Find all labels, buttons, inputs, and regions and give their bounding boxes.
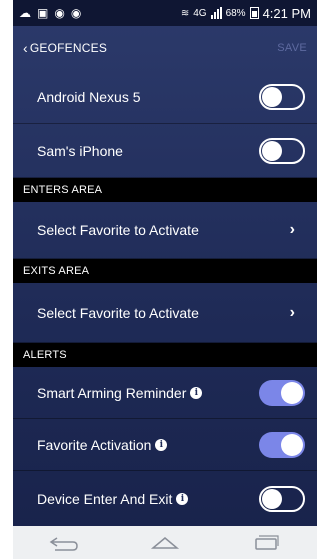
alert-toggle-device-enter-exit[interactable] [259, 485, 305, 512]
device-toggle-iphone[interactable] [259, 137, 305, 164]
signal-icon [210, 7, 222, 19]
gallery-icon: ▣ [37, 6, 49, 20]
app-screen: ☁ ▣ ◉ ◉ ≋ 4G 68% 4:21 PM ‹ GEOFENCES SAV… [13, 0, 317, 559]
info-icon[interactable]: i [155, 438, 168, 451]
device-label: Android Nexus 5 [37, 88, 141, 105]
chevron-left-icon: ‹ [23, 40, 28, 56]
section-header-alerts: ALERTS [13, 343, 317, 367]
app-icon-2: ◉ [70, 6, 82, 20]
device-toggle-android[interactable] [259, 83, 305, 110]
device-label: Sam's iPhone [37, 142, 123, 159]
chevron-right-icon: › [289, 221, 295, 238]
info-icon[interactable]: i [190, 386, 203, 399]
recents-icon [255, 534, 279, 550]
back-button[interactable]: ‹ GEOFENCES [23, 41, 107, 55]
back-label: GEOFENCES [29, 41, 108, 55]
navigation-bar [13, 526, 317, 559]
alert-row-favorite-activation: Favorite Activation i [13, 419, 317, 471]
battery-icon [249, 7, 259, 19]
alert-row-device-enter-exit: Device Enter And Exit i [13, 471, 317, 526]
alert-toggle-smart-arming[interactable] [259, 379, 305, 406]
enters-select-row[interactable]: Select Favorite to Activate › [13, 202, 317, 259]
alert-label: Device Enter And Exit [37, 490, 173, 507]
section-header-enters: ENTERS AREA [13, 178, 317, 202]
alert-label: Favorite Activation [37, 436, 152, 453]
clock: 4:21 PM [262, 5, 311, 21]
status-bar: ☁ ▣ ◉ ◉ ≋ 4G 68% 4:21 PM [13, 0, 317, 26]
battery-percent: 68% [225, 7, 246, 19]
exits-select-label: Select Favorite to Activate [37, 304, 199, 321]
toggle-knob [262, 86, 282, 107]
toggle-knob [262, 140, 282, 161]
alert-row-smart-arming: Smart Arming Reminder i [13, 367, 317, 419]
section-header-exits: EXITS AREA [13, 259, 317, 283]
network-type: 4G [193, 7, 207, 19]
notification-icon: ☁ [19, 6, 31, 20]
recents-nav-button[interactable] [246, 531, 286, 555]
chevron-right-icon: › [289, 303, 295, 321]
back-nav-button[interactable] [44, 531, 84, 555]
exits-select-row[interactable]: Select Favorite to Activate › [13, 283, 317, 343]
home-nav-button[interactable] [145, 531, 185, 555]
back-arrow-icon [49, 536, 78, 551]
toggle-knob [281, 381, 303, 404]
app-header: ‹ GEOFENCES SAVE [13, 26, 317, 70]
home-icon [150, 536, 180, 549]
toggle-knob [262, 488, 282, 509]
device-row-iphone: Sam's iPhone [13, 124, 317, 178]
save-button[interactable]: SAVE [277, 42, 307, 54]
info-icon[interactable]: i [176, 492, 189, 505]
enters-select-label: Select Favorite to Activate [37, 222, 199, 238]
device-row-android: Android Nexus 5 [13, 70, 317, 124]
app-icon: ◉ [54, 6, 65, 20]
toggle-knob [281, 433, 303, 456]
wifi-icon: ≋ [180, 7, 190, 19]
alert-label: Smart Arming Reminder [37, 384, 187, 401]
alert-toggle-favorite-activation[interactable] [259, 431, 305, 458]
